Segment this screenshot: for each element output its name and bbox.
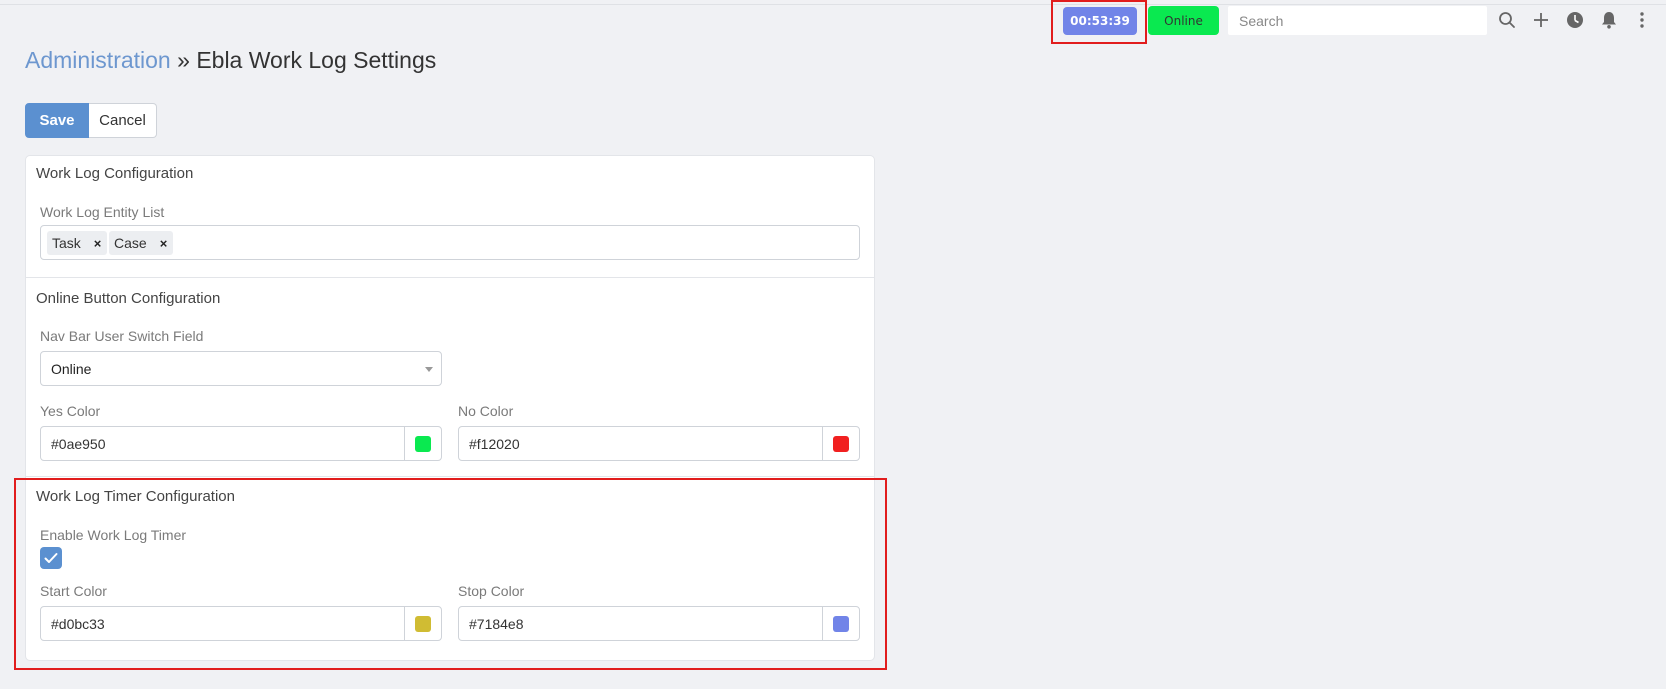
entity-tag-case: Case × xyxy=(109,231,174,255)
cancel-button[interactable]: Cancel xyxy=(89,103,157,138)
switch-field-value: Online xyxy=(51,360,92,377)
search-icon[interactable] xyxy=(1496,9,1518,31)
yes-color-picker[interactable] xyxy=(404,427,441,460)
work-log-config-title: Work Log Configuration xyxy=(36,165,194,182)
clock-icon[interactable] xyxy=(1564,9,1586,31)
top-border xyxy=(0,0,1666,5)
remove-tag-icon[interactable]: × xyxy=(160,236,168,251)
entity-tag-label: Task xyxy=(52,235,81,251)
chevron-down-icon xyxy=(425,367,433,372)
more-vertical-icon[interactable] xyxy=(1631,9,1653,31)
yes-color-field[interactable]: #0ae950 xyxy=(40,426,442,461)
entity-list-input[interactable]: Task × Case × xyxy=(40,225,860,260)
timer-section-highlight-box xyxy=(14,478,887,670)
yes-color-swatch xyxy=(415,435,431,452)
remove-tag-icon[interactable]: × xyxy=(94,236,102,251)
online-toggle-button[interactable]: Online xyxy=(1148,6,1219,35)
timer-highlight-box xyxy=(1051,0,1147,44)
switch-field-label: Nav Bar User Switch Field xyxy=(40,328,204,344)
no-color-picker[interactable] xyxy=(822,427,859,460)
section-divider xyxy=(26,476,874,477)
breadcrumb-separator: » xyxy=(177,47,190,73)
bell-icon[interactable] xyxy=(1598,9,1620,31)
no-color-value: #f12020 xyxy=(469,436,520,452)
breadcrumb: Administration » Ebla Work Log Settings xyxy=(25,47,436,74)
breadcrumb-administration-link[interactable]: Administration xyxy=(25,47,171,73)
plus-icon[interactable] xyxy=(1530,9,1552,31)
entity-tag-label: Case xyxy=(114,235,147,251)
save-button[interactable]: Save xyxy=(25,103,89,138)
entity-tag-task: Task × xyxy=(47,231,108,255)
online-button-config-title: Online Button Configuration xyxy=(36,290,221,307)
no-color-label: No Color xyxy=(458,403,514,419)
search-input[interactable] xyxy=(1228,6,1487,35)
yes-color-label: Yes Color xyxy=(40,403,101,419)
no-color-field[interactable]: #f12020 xyxy=(458,426,860,461)
yes-color-value: #0ae950 xyxy=(51,436,106,452)
switch-field-select[interactable]: Online xyxy=(40,351,442,386)
no-color-swatch xyxy=(833,435,849,452)
page-title: Ebla Work Log Settings xyxy=(196,47,437,73)
entity-list-label: Work Log Entity List xyxy=(40,204,165,220)
section-divider xyxy=(26,277,874,278)
